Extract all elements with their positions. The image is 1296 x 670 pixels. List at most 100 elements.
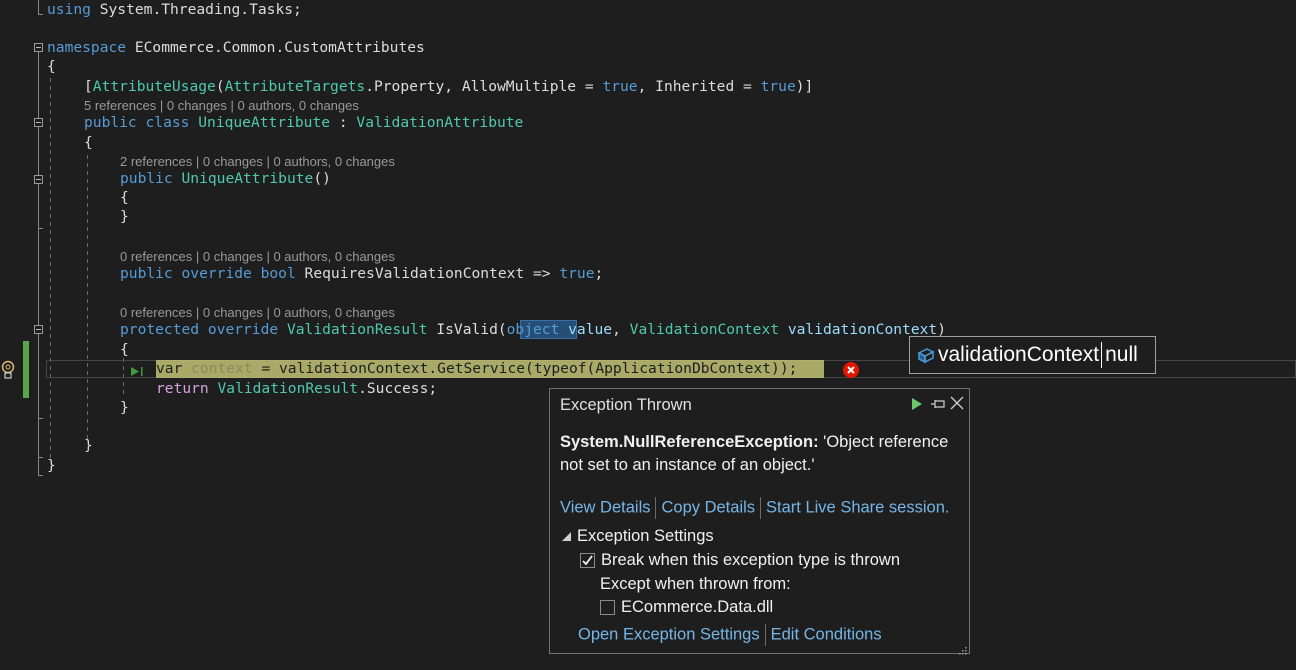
code-text: )] [795, 78, 814, 95]
code-line-brace[interactable]: { [47, 57, 56, 76]
keyword: bool [260, 265, 296, 282]
code-text: } [47, 457, 56, 474]
code-line-brace[interactable]: { [120, 188, 129, 207]
code-line-using[interactable]: using System.Threading.Tasks; [47, 0, 302, 19]
keyword: override [181, 265, 252, 282]
code-text: IsValid( [427, 321, 507, 338]
collapse-method-icon[interactable] [34, 325, 43, 334]
parameter-name: value [559, 321, 613, 338]
type-name: ValidationResult [286, 321, 428, 338]
change-tracking-bar [23, 341, 29, 398]
keyword: var [156, 360, 183, 377]
exception-bottom-links: Open Exception Settings Edit Conditions [578, 624, 882, 646]
edit-conditions-link[interactable]: Edit Conditions [771, 625, 882, 643]
variable-icon [916, 345, 936, 365]
outline-tick [38, 475, 43, 476]
collapse-class-icon[interactable] [34, 118, 43, 127]
codelens-ctor[interactable]: 2 references | 0 changes | 0 authors, 0 … [120, 154, 395, 170]
resize-grip-icon[interactable] [957, 641, 967, 655]
except-module-label: ECommerce.Data.dll [621, 598, 774, 616]
collapse-ctor-icon[interactable] [34, 175, 43, 184]
code-line-ctor[interactable]: public UniqueAttribute() [120, 169, 331, 188]
exception-message: System.NullReferenceException: 'Object r… [560, 431, 960, 477]
type-name: ValidationResult [208, 380, 359, 397]
error-icon[interactable] [843, 362, 859, 378]
keyword: namespace [47, 39, 127, 56]
link-divider [655, 497, 657, 519]
close-button[interactable] [950, 396, 964, 410]
open-exception-settings-link[interactable]: Open Exception Settings [578, 625, 760, 643]
code-text: .Property, AllowMultiple = [365, 78, 603, 95]
code-text: = validationContext.GetService(typeof(Ap… [252, 360, 798, 377]
code-line-return[interactable]: return ValidationResult.Success; [156, 379, 437, 398]
lightbulb-icon[interactable] [1, 360, 15, 380]
code-text: , [612, 321, 630, 338]
keyword: object [506, 321, 560, 338]
keyword: using [47, 1, 91, 18]
code-line-property[interactable]: public override bool RequiresValidationC… [120, 264, 603, 283]
codelens-class[interactable]: 5 references | 0 changes | 0 authors, 0 … [84, 98, 359, 114]
continue-button[interactable] [910, 397, 924, 411]
type-name: ValidationAttribute [356, 114, 524, 131]
indent-guide [50, 78, 51, 458]
outline-tick [38, 418, 43, 419]
exception-links: View Details Copy Details Start Live Share… [560, 497, 949, 519]
exception-type: System.NullReferenceException: [560, 433, 819, 451]
live-share-link[interactable]: Start Live Share session. [766, 498, 949, 516]
datatip-name: validationContext [938, 343, 1100, 366]
code-text: System.Threading.Tasks; [90, 1, 302, 18]
link-divider [760, 497, 762, 519]
break-when-option[interactable]: Break when this exception type is thrown [580, 551, 900, 570]
type-name: ValidationContext [629, 321, 780, 338]
type-name: UniqueAttribute [198, 114, 331, 131]
break-when-checkbox[interactable] [580, 553, 595, 569]
code-line-brace[interactable]: } [47, 456, 56, 475]
code-line-current-statement[interactable]: var context = validationContext.GetServi… [156, 359, 797, 378]
code-text: { [84, 134, 93, 151]
code-line-method[interactable]: protected override ValidationResult IsVa… [120, 320, 946, 339]
codelens-prop[interactable]: 0 references | 0 changes | 0 authors, 0 … [120, 249, 395, 265]
code-text: { [120, 189, 129, 206]
except-module-checkbox[interactable] [600, 600, 615, 616]
code-text: { [120, 341, 129, 358]
exception-settings-label: Exception Settings [577, 527, 714, 545]
variable-name: context [182, 360, 253, 377]
except-module-option[interactable]: ECommerce.Data.dll [600, 598, 773, 617]
code-line-class[interactable]: public class UniqueAttribute : Validatio… [84, 113, 523, 132]
type-name: AttributeTargets [224, 78, 366, 95]
code-text: } [120, 399, 129, 416]
view-details-link[interactable]: View Details [560, 498, 650, 516]
code-text: } [84, 437, 93, 454]
code-line-attribute[interactable]: [AttributeUsage(AttributeTargets.Propert… [84, 77, 813, 96]
code-line-brace[interactable]: } [120, 398, 129, 417]
outline-tick [38, 457, 43, 458]
link-divider [764, 624, 766, 646]
next-statement-arrow-icon[interactable] [130, 363, 146, 376]
code-text: : [330, 114, 357, 131]
type-name: UniqueAttribute [181, 170, 314, 187]
code-line-brace[interactable]: { [84, 133, 93, 152]
keyword: true [760, 78, 796, 95]
keyword: public [84, 114, 137, 131]
code-text: ECommerce.Common.CustomAttributes [126, 39, 425, 56]
code-line-brace[interactable]: } [120, 207, 129, 226]
outline-tick [38, 228, 43, 229]
datatip-value[interactable]: null [1105, 343, 1138, 367]
codelens-method[interactable]: 0 references | 0 changes | 0 authors, 0 … [120, 305, 395, 321]
keyword: public [120, 265, 173, 282]
keyword: class [145, 114, 190, 131]
exception-settings-header[interactable]: Exception Settings [562, 527, 714, 546]
code-line-brace[interactable]: } [84, 436, 93, 455]
collapse-namespace-icon[interactable] [34, 43, 43, 52]
copy-details-link[interactable]: Copy Details [661, 498, 755, 516]
break-when-label: Break when this exception type is thrown [601, 551, 900, 569]
keyword: protected [120, 321, 200, 338]
code-line-namespace[interactable]: namespace ECommerce.Common.CustomAttribu… [47, 38, 425, 57]
code-line-brace[interactable]: { [120, 340, 129, 359]
exception-helper[interactable]: Exception Thrown System.NullReferenceExc… [549, 388, 970, 655]
code-text: ; [594, 265, 604, 282]
keyword: override [207, 321, 279, 338]
datatip[interactable]: validationContext null [909, 336, 1156, 374]
pin-button[interactable] [930, 397, 946, 411]
outline-line [38, 52, 39, 475]
